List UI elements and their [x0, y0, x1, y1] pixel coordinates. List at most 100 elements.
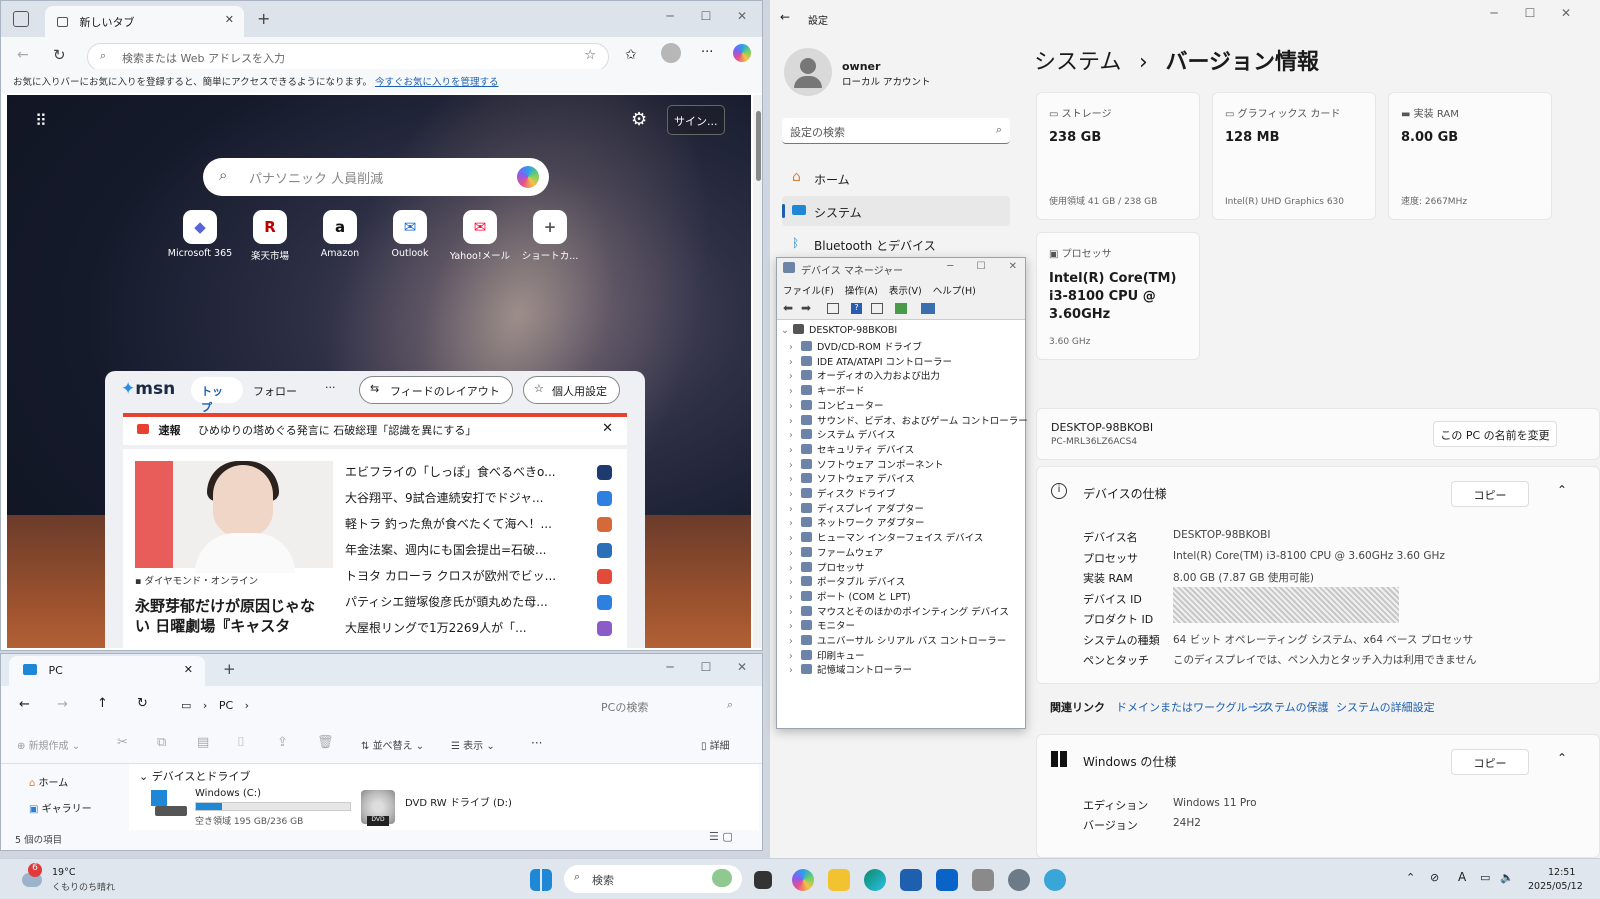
- headline[interactable]: エビフライの「しっぽ」食べるべきo...: [345, 463, 585, 480]
- device-category[interactable]: › ディスプレイ アダプター: [789, 501, 924, 516]
- user-profile[interactable]: owner ローカル アカウント: [776, 48, 1006, 98]
- sidebar-item-gallery[interactable]: ▣ ギャラリー: [29, 800, 92, 815]
- apps-grid-icon[interactable]: ⠿: [35, 111, 47, 130]
- device-manager-window-controls[interactable]: ─ ☐ ✕: [947, 261, 1017, 272]
- maximize-icon[interactable]: ☐: [1512, 6, 1548, 20]
- settings-gear-icon[interactable]: [1008, 869, 1030, 891]
- headline[interactable]: 大谷翔平、9試合連続安打でドジャ...: [345, 489, 585, 506]
- device-category[interactable]: › システム デバイス: [789, 427, 895, 442]
- msn-logo[interactable]: ✦msn: [121, 379, 175, 399]
- new-button[interactable]: ⊕ 新規作成 ⌄: [17, 737, 80, 752]
- copy-device-spec-button[interactable]: コピー: [1451, 481, 1529, 507]
- breaking-news-banner[interactable]: 速報 ひめゆりの塔めぐる発言に 石破総理「認識を異にする」 ✕: [123, 413, 627, 445]
- display-icon[interactable]: ▭: [1480, 871, 1490, 884]
- device-category[interactable]: › サウンド、ビデオ、およびゲーム コントローラー: [789, 413, 1028, 428]
- copy-windows-spec-button[interactable]: コピー: [1451, 749, 1529, 775]
- app-icon[interactable]: [1044, 869, 1066, 891]
- feature-title-line2[interactable]: い 日曜劇場『キャスタ: [135, 615, 290, 636]
- link-advanced-settings[interactable]: システムの詳細設定: [1336, 699, 1435, 715]
- device-category[interactable]: › ソフトウェア デバイス: [789, 471, 915, 486]
- headline[interactable]: トヨタ カローラ クロスが欧州でビッ...: [345, 567, 585, 584]
- store-icon[interactable]: [900, 869, 922, 891]
- taskbar-search[interactable]: ⌕ 検索: [564, 865, 742, 893]
- storage-card[interactable]: ▭ ストレージ 238 GB 使用領域 41 GB / 238 GB: [1036, 92, 1200, 220]
- new-tab-button[interactable]: +: [223, 660, 236, 678]
- breadcrumb[interactable]: ▭ › PC ›: [167, 692, 577, 720]
- edge-icon[interactable]: [864, 869, 886, 891]
- close-icon[interactable]: ✕: [724, 660, 760, 674]
- minimize-icon[interactable]: ─: [1476, 6, 1512, 20]
- device-manager-taskbar-icon[interactable]: [972, 869, 994, 891]
- scrollbar-thumb[interactable]: [756, 111, 761, 181]
- msn-more-icon[interactable]: ···: [325, 381, 336, 394]
- device-category[interactable]: › オーディオの入力および出力: [789, 368, 940, 383]
- nav-system[interactable]: システム: [782, 196, 1010, 226]
- device-category[interactable]: › モニター: [789, 618, 855, 633]
- network-icon[interactable]: ⊘: [1430, 871, 1439, 884]
- device-category[interactable]: › ポート (COM と LPT): [789, 589, 911, 604]
- more-icon[interactable]: ···: [701, 45, 713, 60]
- share-icon[interactable]: ⇪: [277, 735, 288, 750]
- refresh-icon[interactable]: ↻: [137, 696, 148, 711]
- newtab-search-box[interactable]: ⌕ パナソニック 人員削減: [203, 158, 549, 196]
- section-header[interactable]: ⌄ デバイスとドライブ: [139, 768, 250, 784]
- close-icon[interactable]: ✕: [1548, 6, 1584, 20]
- close-icon[interactable]: ✕: [724, 9, 760, 23]
- nav-home[interactable]: ⌂ ホーム: [782, 163, 1010, 193]
- forward-icon[interactable]: →: [57, 697, 68, 712]
- device-category[interactable]: › キーボード: [789, 383, 865, 398]
- copilot-icon[interactable]: [792, 869, 814, 891]
- quick-link[interactable]: + ショートカ...: [515, 210, 585, 262]
- monitor-icon[interactable]: [921, 303, 935, 314]
- view-icon[interactable]: [871, 303, 883, 314]
- msn-tab-follow[interactable]: フォロー: [253, 383, 297, 399]
- settings-search[interactable]: 設定の検索 ⌕: [782, 118, 1010, 144]
- volume-icon[interactable]: 🔈: [1500, 871, 1514, 884]
- weather-widget[interactable]: 6 19°C くもりのち晴れ: [14, 863, 124, 897]
- feature-image[interactable]: [135, 461, 333, 573]
- breadcrumb-pc[interactable]: PC: [219, 699, 233, 712]
- ime-indicator[interactable]: A: [1458, 870, 1466, 884]
- more-icon[interactable]: ···: [531, 736, 542, 750]
- tray-chevron-icon[interactable]: ⌃: [1406, 871, 1415, 884]
- favorites-icon[interactable]: ✩: [625, 47, 637, 63]
- collapse-chevron-icon[interactable]: ⌃: [1557, 751, 1567, 765]
- maximize-icon[interactable]: ☐: [688, 660, 724, 674]
- headline[interactable]: パティシエ鎧塚俊彦氏が頭丸めた母...: [345, 593, 585, 610]
- graphics-card[interactable]: ▭ グラフィックス カード 128 MB Intel(R) UHD Graphi…: [1212, 92, 1376, 220]
- personalize-button[interactable]: ☆ 個人用設定: [523, 376, 620, 404]
- ram-card[interactable]: ▬ 実装 RAM 8.00 GB 速度: 2667MHz: [1388, 92, 1552, 220]
- processor-card[interactable]: ▣ プロセッサ Intel(R) Core(TM) i3-8100 CPU @ …: [1036, 232, 1200, 360]
- close-banner-icon[interactable]: ✕: [602, 421, 613, 436]
- back-icon[interactable]: ←: [780, 10, 790, 24]
- file-explorer-icon[interactable]: [828, 869, 850, 891]
- view-button[interactable]: ☰ 表示 ⌄: [451, 737, 495, 752]
- sort-button[interactable]: ⇅ 並べ替え ⌄: [361, 737, 424, 752]
- back-icon[interactable]: ⬅: [783, 301, 793, 315]
- new-tab-button[interactable]: +: [257, 9, 270, 28]
- rename-pc-button[interactable]: この PC の名前を変更: [1433, 421, 1557, 447]
- nav-bluetooth[interactable]: ᛒ Bluetooth とデバイス: [782, 229, 1010, 259]
- scrollbar[interactable]: [753, 95, 762, 648]
- device-category[interactable]: › マウスとそのほかのポインティング デバイス: [789, 604, 1009, 619]
- edge-tab[interactable]: 新しいタブ ✕: [45, 6, 244, 37]
- rename-icon[interactable]: ⌷: [237, 735, 245, 750]
- drive-d[interactable]: DVD DVD RW ドライブ (D:): [361, 788, 521, 828]
- device-category[interactable]: › 印刷キュー: [789, 648, 865, 663]
- device-category[interactable]: › ディスク ドライブ: [789, 486, 895, 501]
- minimize-icon[interactable]: ─: [652, 9, 688, 23]
- clock-time[interactable]: 12:51: [1548, 867, 1575, 878]
- device-category[interactable]: › ネットワーク アダプター: [789, 515, 925, 530]
- up-icon[interactable]: ↑: [97, 696, 108, 711]
- device-category[interactable]: › ポータブル デバイス: [789, 574, 905, 589]
- headline[interactable]: 年金法案、週内にも国会提出=石破...: [345, 541, 585, 558]
- msn-tab-top[interactable]: トップ: [191, 377, 243, 414]
- clock-date[interactable]: 2025/05/12: [1528, 881, 1583, 892]
- copilot-icon[interactable]: [517, 166, 539, 188]
- collapse-chevron-icon[interactable]: ⌃: [1557, 483, 1567, 497]
- back-icon[interactable]: ←: [19, 697, 30, 712]
- sidebar-item-home[interactable]: ⌂ ホーム: [29, 774, 68, 789]
- device-category[interactable]: › 記憶域コントローラー: [789, 662, 912, 677]
- device-category[interactable]: › IDE ATA/ATAPI コントローラー: [789, 354, 952, 369]
- refresh-icon[interactable]: ↻: [53, 46, 66, 64]
